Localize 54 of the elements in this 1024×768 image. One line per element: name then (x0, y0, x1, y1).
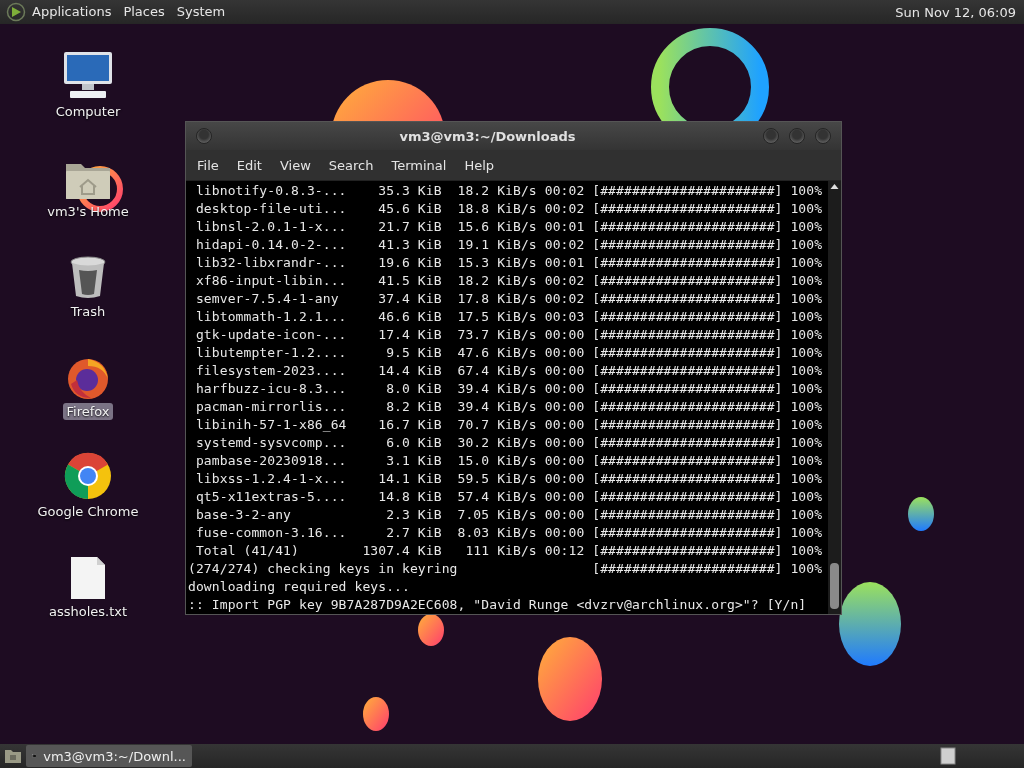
desktop-icon-label[interactable]: assholes.txt (45, 603, 131, 620)
minimize-button[interactable] (763, 128, 779, 144)
menu-item[interactable]: Help (455, 157, 504, 173)
menu-item[interactable]: Edit (227, 157, 271, 173)
menu-item[interactable]: File (188, 157, 228, 173)
desktop-icon-label[interactable]: Firefox (63, 403, 113, 420)
menu-item[interactable]: Search (319, 157, 383, 173)
terminal-line: libutempter-1.2.... 9.5 KiB 47.6 KiB/s 00:00 [######################] 100% (194, 344, 823, 362)
workspace-switcher-icon[interactable] (940, 747, 956, 765)
window-menu-button[interactable] (196, 128, 212, 144)
text-file-icon (70, 556, 106, 600)
terminal-line: Total (41/41) 1307.4 KiB 111 KiB/s 00:12 [######################] 100% (194, 542, 823, 560)
computer-icon (62, 50, 114, 100)
trash-icon (69, 256, 107, 300)
terminal-line: downloading required keys... (188, 578, 410, 596)
window-title: vm3@vm3:~/Downloads (398, 128, 577, 144)
menu-item[interactable]: View (270, 157, 320, 173)
panel-menu[interactable]: System (170, 0, 232, 24)
terminal-line: libnsl-2.0.1-1-x... 21.7 KiB 15.6 KiB/s 00:01 [######################] 100% (194, 218, 823, 236)
menu-item[interactable]: Terminal (382, 157, 456, 173)
terminal-line: (274/274) checking keys in keyring [######################] 100% (188, 560, 823, 578)
terminal-line: libxss-1.2.4-1-x... 14.1 KiB 59.5 KiB/s 00:00 [######################] 100% (194, 470, 823, 488)
panel-logo-icon (6, 2, 26, 22)
terminal-line: hidapi-0.14.0-2-... 41.3 KiB 19.1 KiB/s 00:02 [######################] 100% (194, 236, 823, 254)
desktop-icon-label[interactable]: Computer (52, 103, 124, 120)
terminal-line: fuse-common-3.16... 2.7 KiB 8.03 KiB/s 00:00 [######################] 100% (194, 524, 823, 542)
terminal-line: qt5-x11extras-5.... 14.8 KiB 57.4 KiB/s 00:00 [######################] 100% (194, 488, 823, 506)
maximize-button[interactable] (789, 128, 805, 144)
terminal-line: libinih-57-1-x86_64 16.7 KiB 70.7 KiB/s 00:00 [######################] 100% (194, 416, 823, 434)
terminal-line: pacman-mirrorlis... 8.2 KiB 39.4 KiB/s 00:00 [######################] 100% (194, 398, 823, 416)
desktop-icon-label[interactable]: vm3's Home (44, 203, 132, 220)
terminal-line: filesystem-2023.... 14.4 KiB 67.4 KiB/s 00:00 [######################] 100% (194, 362, 823, 380)
show-desktop-icon[interactable] (4, 748, 22, 764)
terminal-line: libtommath-1.2.1... 46.6 KiB 17.5 KiB/s 00:03 [######################] 100% (194, 308, 823, 326)
close-button[interactable] (815, 128, 831, 144)
terminal-line: semver-7.5.4-1-any 37.4 KiB 17.8 KiB/s 00:02 [######################] 100% (194, 290, 823, 308)
terminal-line: gtk-update-icon-... 17.4 KiB 73.7 KiB/s 00:00 [######################] 100% (194, 326, 823, 344)
clock[interactable]: Sun Nov 12, 06:09 (895, 4, 1024, 20)
terminal-line: :: Import PGP key 9B7A287D9A2EC608, "David Runge <dvzrv@archlinux.org>"? [Y/n] (188, 596, 807, 614)
chrome-icon (64, 452, 112, 500)
scrollbar[interactable] (828, 181, 841, 614)
terminal-line: lib32-libxrandr-... 19.6 KiB 15.3 KiB/s 00:01 [######################] 100% (194, 254, 823, 272)
panel-menu[interactable]: Applications (26, 0, 118, 24)
terminal-line: pambase-20230918... 3.1 KiB 15.0 KiB/s 00:00 [######################] 100% (194, 452, 823, 470)
taskbar-button[interactable]: vm3@vm3:~/Downl... (26, 745, 192, 767)
panel-menu[interactable]: Places (117, 0, 171, 24)
desktop-icon-label[interactable]: Google Chrome (34, 503, 142, 520)
terminal-line: desktop-file-uti... 45.6 KiB 18.8 KiB/s 00:02 [######################] 100% (194, 200, 823, 218)
desktop-icon-label[interactable]: Trash (67, 303, 109, 320)
terminal-line: harfbuzz-icu-8.3... 8.0 KiB 39.4 KiB/s 00:00 [######################] 100% (194, 380, 823, 398)
terminal-line: xf86-input-libin... 41.5 KiB 18.2 KiB/s 00:02 [######################] 100% (194, 272, 823, 290)
terminal-line: systemd-sysvcomp... 6.0 KiB 30.2 KiB/s 00:00 [######################] 100% (194, 434, 823, 452)
terminal-line: base-3-2-any 2.3 KiB 7.05 KiB/s 00:00 [######################] 100% (194, 506, 823, 524)
terminal-line: libnotify-0.8.3-... 35.3 KiB 18.2 KiB/s 00:02 [######################] 100% (194, 182, 823, 200)
